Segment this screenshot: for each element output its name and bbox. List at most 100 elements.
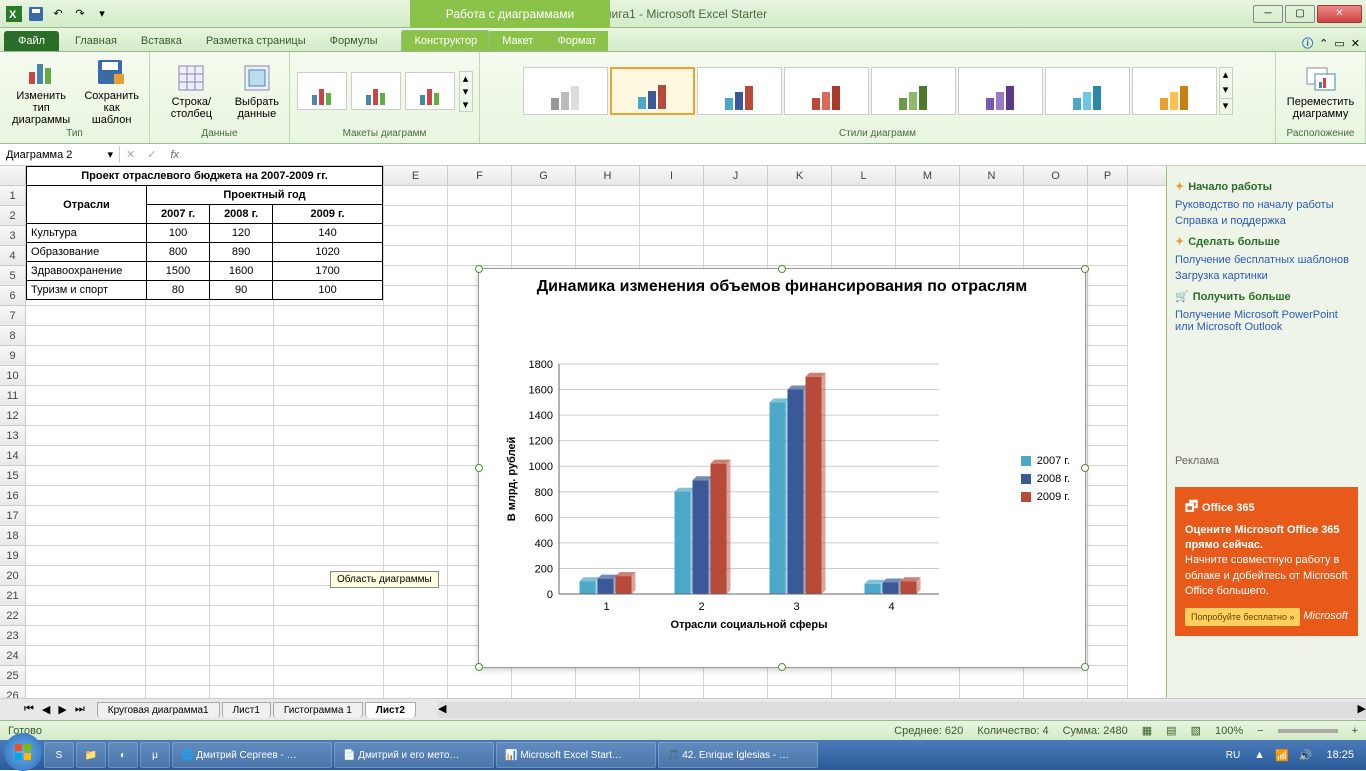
cell[interactable]: [210, 606, 274, 626]
cell[interactable]: [146, 346, 210, 366]
cell[interactable]: [832, 666, 896, 686]
legend-item[interactable]: 2008 г.: [1021, 473, 1070, 485]
column-header[interactable]: H: [576, 166, 640, 185]
cell[interactable]: [640, 206, 704, 226]
cell[interactable]: [704, 686, 768, 698]
cell[interactable]: [1088, 266, 1128, 286]
layout-thumb[interactable]: [405, 72, 455, 110]
row-header[interactable]: 17: [0, 506, 26, 526]
maximize-button[interactable]: ▢: [1285, 5, 1315, 23]
clock[interactable]: 18:25: [1318, 749, 1362, 761]
cell[interactable]: [384, 686, 448, 698]
row-header[interactable]: 13: [0, 426, 26, 446]
cell[interactable]: [26, 306, 146, 326]
cell[interactable]: [146, 446, 210, 466]
cell[interactable]: [274, 326, 384, 346]
row-header[interactable]: 1: [0, 186, 26, 206]
cell[interactable]: [640, 686, 704, 698]
tab-formulas[interactable]: Формулы: [318, 31, 390, 51]
column-header[interactable]: J: [704, 166, 768, 185]
cell[interactable]: [704, 246, 768, 266]
row-header[interactable]: 6: [0, 286, 26, 306]
cell[interactable]: [26, 646, 146, 666]
cell[interactable]: [1024, 206, 1088, 226]
style-thumb[interactable]: [958, 67, 1043, 115]
cell[interactable]: [576, 186, 640, 206]
tab-constructor[interactable]: Конструктор: [401, 30, 490, 51]
taskbar-window[interactable]: 📊 Microsoft Excel Start…: [496, 742, 656, 768]
legend-item[interactable]: 2007 г.: [1021, 455, 1070, 467]
cell[interactable]: [1088, 606, 1128, 626]
cell[interactable]: [384, 206, 448, 226]
cell[interactable]: [274, 666, 384, 686]
tab-nav-first-icon[interactable]: ⏮: [20, 703, 38, 716]
cell[interactable]: [448, 206, 512, 226]
cell[interactable]: [512, 226, 576, 246]
cell[interactable]: [896, 246, 960, 266]
cell[interactable]: [210, 506, 274, 526]
view-page-layout-icon[interactable]: ▤: [1166, 724, 1176, 737]
cell[interactable]: [1024, 686, 1088, 698]
cell[interactable]: [26, 566, 146, 586]
cell[interactable]: [26, 606, 146, 626]
cell[interactable]: [1088, 426, 1128, 446]
embedded-chart[interactable]: Динамика изменения объемов финансировани…: [478, 268, 1086, 668]
cell[interactable]: [1088, 226, 1128, 246]
cell[interactable]: [146, 426, 210, 446]
cell[interactable]: [26, 506, 146, 526]
layout-gallery-more[interactable]: ▴▾▾: [459, 71, 473, 112]
cell[interactable]: [210, 386, 274, 406]
switch-row-column-button[interactable]: Строка/столбец: [156, 60, 227, 122]
resize-handle[interactable]: [1081, 464, 1089, 472]
legend-item[interactable]: 2009 г.: [1021, 491, 1070, 503]
cell[interactable]: [384, 486, 448, 506]
cell[interactable]: [210, 626, 274, 646]
cell[interactable]: [210, 546, 274, 566]
cell[interactable]: [26, 366, 146, 386]
select-data-button[interactable]: Выбрать данные: [231, 60, 283, 122]
language-indicator[interactable]: RU: [1218, 750, 1248, 761]
cell[interactable]: [26, 666, 146, 686]
cell[interactable]: [384, 366, 448, 386]
chart-plot-area[interactable]: 0200400600800100012001400160018001234Отр…: [499, 344, 999, 644]
cell[interactable]: [1024, 666, 1088, 686]
column-header[interactable]: M: [896, 166, 960, 185]
taskbar-explorer-icon[interactable]: 📁: [76, 742, 106, 768]
cell[interactable]: [274, 606, 384, 626]
cell[interactable]: [146, 606, 210, 626]
taskbar-window[interactable]: 📄 Дмитрий и его мето…: [334, 742, 494, 768]
cell[interactable]: [1024, 186, 1088, 206]
select-all-corner[interactable]: [0, 166, 26, 185]
row-header[interactable]: 21: [0, 586, 26, 606]
save-as-template-button[interactable]: Сохранить как шаблон: [80, 54, 143, 128]
cell[interactable]: [1088, 506, 1128, 526]
taskbar-window[interactable]: 🌐 Дмитрий Сергеев - …: [172, 742, 332, 768]
link-getting-started[interactable]: Руководство по началу работы: [1175, 197, 1358, 213]
row-header[interactable]: 4: [0, 246, 26, 266]
cell[interactable]: [384, 386, 448, 406]
cell[interactable]: [274, 506, 384, 526]
cell[interactable]: [512, 686, 576, 698]
cell[interactable]: [576, 686, 640, 698]
style-thumb[interactable]: [523, 67, 608, 115]
cell[interactable]: [26, 386, 146, 406]
cell[interactable]: [210, 306, 274, 326]
cell[interactable]: [512, 186, 576, 206]
chart-title[interactable]: Динамика изменения объемов финансировани…: [479, 269, 1085, 306]
link-free-templates[interactable]: Получение бесплатных шаблонов: [1175, 252, 1358, 268]
style-thumb[interactable]: [697, 67, 782, 115]
cell[interactable]: [210, 406, 274, 426]
redo-icon[interactable]: ↷: [70, 4, 90, 24]
cell[interactable]: [384, 426, 448, 446]
row-header[interactable]: 25: [0, 666, 26, 686]
cell[interactable]: [960, 186, 1024, 206]
link-download-image[interactable]: Загрузка картинки: [1175, 268, 1358, 284]
minimize-ribbon-icon[interactable]: ⌃: [1319, 37, 1328, 50]
cell[interactable]: [768, 186, 832, 206]
column-header[interactable]: F: [448, 166, 512, 185]
style-thumb[interactable]: [871, 67, 956, 115]
cell[interactable]: [576, 206, 640, 226]
qat-dropdown-icon[interactable]: ▾: [92, 4, 112, 24]
cell[interactable]: [210, 446, 274, 466]
cell[interactable]: [640, 186, 704, 206]
